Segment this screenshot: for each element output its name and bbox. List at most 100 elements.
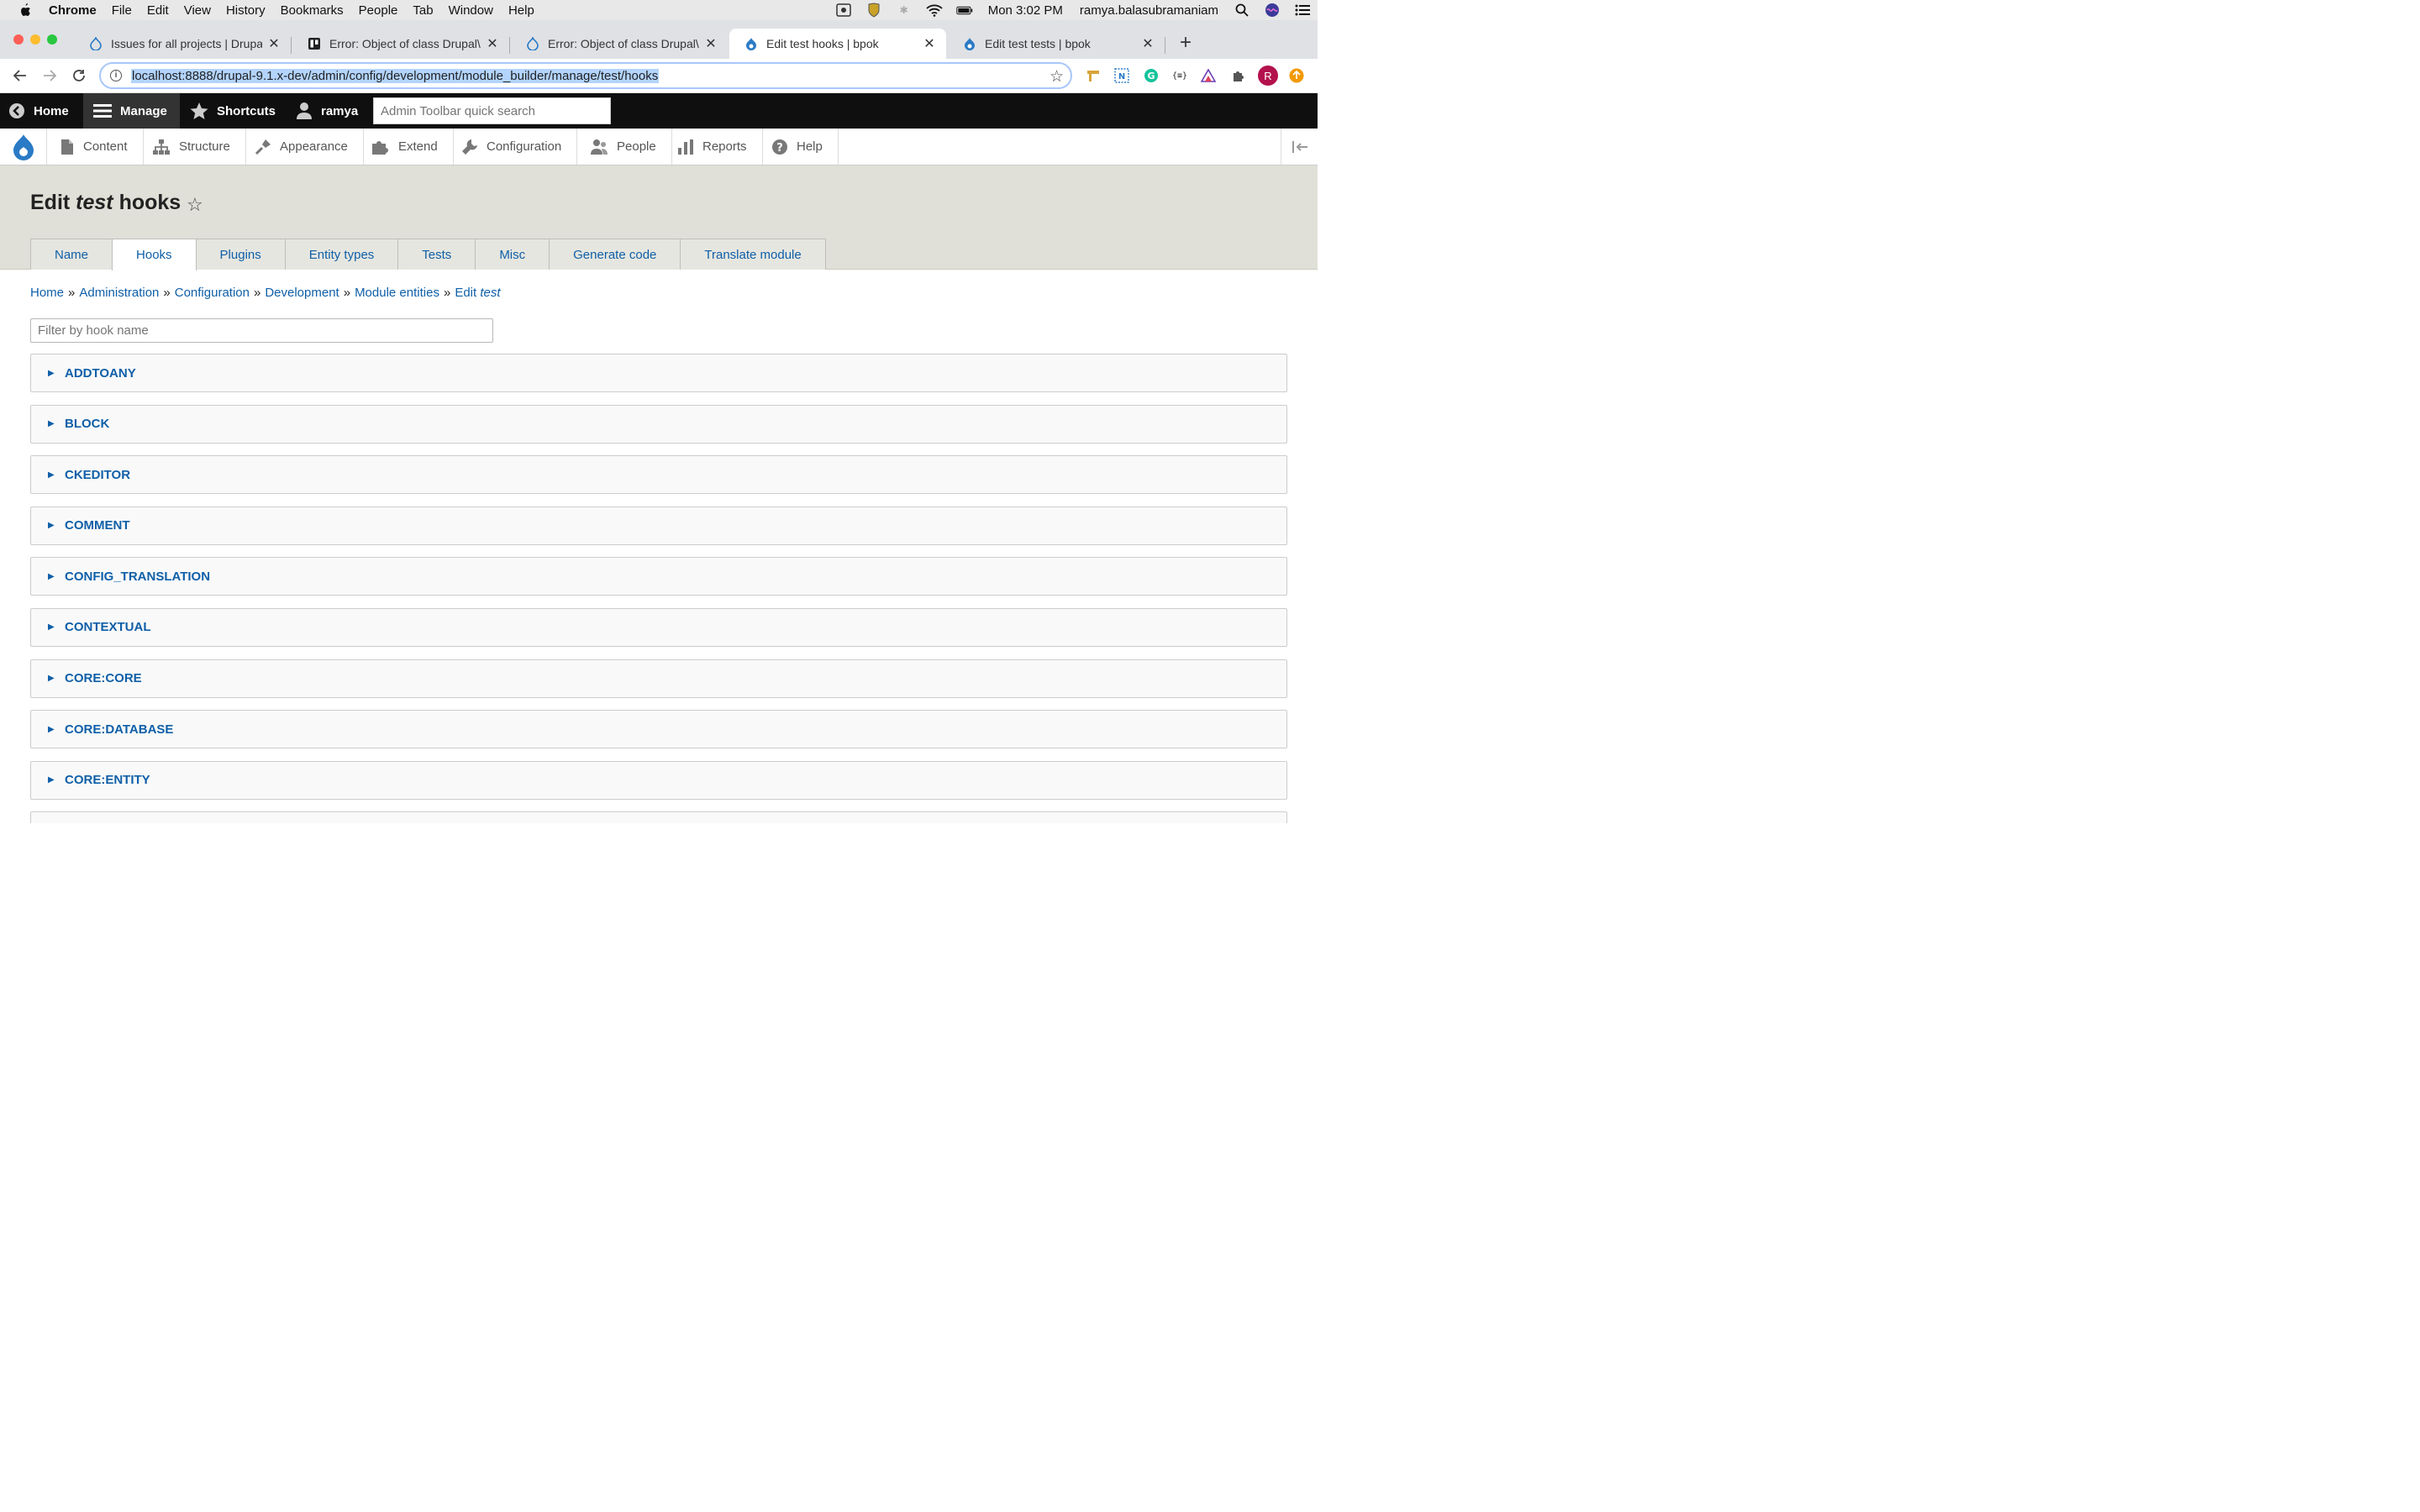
admin-tray: Content Structure Appearance Extend Conf… [0, 129, 1318, 165]
hook-group-ckeditor[interactable]: ▶ CKEDITOR [30, 455, 1287, 495]
screenshot-icon[interactable] [835, 3, 852, 17]
bookmark-star-icon[interactable]: ☆ [1050, 67, 1064, 87]
tray-structure[interactable]: Structure [144, 129, 246, 165]
bookmark-ruler-icon[interactable] [1086, 68, 1101, 83]
address-bar[interactable]: i localhost:8888/drupal-9.1.x-dev/admin/… [99, 62, 1072, 89]
tray-appearance[interactable]: Appearance [246, 129, 364, 165]
menu-help[interactable]: Help [508, 3, 534, 18]
toolbar-shortcuts[interactable]: Shortcuts [180, 93, 286, 129]
expand-triangle-icon: ▶ [48, 368, 55, 378]
close-icon[interactable]: ✕ [704, 37, 718, 51]
people-icon [591, 139, 608, 155]
siri-icon[interactable] [1264, 3, 1281, 17]
profile-avatar[interactable]: R [1258, 66, 1278, 86]
hook-group-addtoany[interactable]: ▶ ADDTOANY [30, 354, 1287, 392]
json-viewer-icon[interactable]: {≡} [1172, 68, 1187, 83]
hook-group-contextual[interactable]: ▶ CONTEXTUAL [30, 607, 1287, 647]
clock[interactable]: Mon 3:02 PM [988, 3, 1063, 18]
tray-people[interactable]: People [581, 129, 672, 165]
tray-help[interactable]: ? Help [763, 129, 839, 165]
menu-view[interactable]: View [184, 3, 211, 18]
back-button[interactable] [11, 66, 29, 85]
window-zoom-button[interactable] [47, 34, 57, 45]
star-icon [190, 102, 208, 119]
toolbar-home[interactable]: Home [0, 93, 79, 129]
breadcrumb-home[interactable]: Home [30, 286, 64, 300]
close-icon[interactable]: ✕ [486, 37, 499, 51]
menu-history[interactable]: History [226, 3, 266, 18]
hook-filter-input[interactable] [30, 318, 493, 343]
browser-tab-error-2[interactable]: Error: Object of class Drupal\Co ✕ [511, 29, 728, 59]
browser-tab-edit-test-hooks[interactable]: Edit test hooks | bpok ✕ [729, 29, 946, 59]
menu-file[interactable]: File [112, 3, 132, 18]
tab-name[interactable]: Name [30, 239, 113, 270]
tray-content[interactable]: Content [51, 129, 144, 165]
menu-people[interactable]: People [359, 3, 398, 18]
grammarly-icon[interactable]: G [1144, 68, 1159, 83]
extensions-puzzle-icon[interactable] [1231, 68, 1246, 83]
menu-app-chrome[interactable]: Chrome [49, 3, 97, 18]
tab-translate-module[interactable]: Translate module [680, 239, 826, 270]
close-icon[interactable]: ✕ [1141, 37, 1155, 51]
hook-group-config-translation[interactable]: ▶ CONFIG_TRANSLATION [30, 557, 1287, 596]
browser-tab-edit-test-tests[interactable]: Edit test tests | bpok ✕ [948, 29, 1165, 59]
tab-plugins[interactable]: Plugins [195, 239, 286, 270]
hook-group-block[interactable]: ▶ BLOCK [30, 404, 1287, 444]
spotlight-search-icon[interactable] [1234, 3, 1250, 17]
user-name[interactable]: ramya.balasubramaniam [1080, 3, 1218, 18]
drupal-drop-icon [13, 134, 34, 160]
drupal-icon [963, 37, 976, 50]
hook-group-core-database[interactable]: ▶ CORE:DATABASE [30, 710, 1287, 749]
tab-tests[interactable]: Tests [397, 239, 476, 270]
tab-separator [509, 37, 510, 54]
menu-tab[interactable]: Tab [413, 3, 433, 18]
breadcrumb-administration[interactable]: Administration [79, 286, 159, 300]
toolbar-user[interactable]: ramya [286, 93, 368, 129]
tab-entity-types[interactable]: Entity types [284, 239, 399, 270]
menu-bookmarks[interactable]: Bookmarks [281, 3, 344, 18]
shield-icon[interactable] [865, 3, 882, 18]
forward-button[interactable] [40, 66, 59, 85]
window-close-button[interactable] [13, 34, 24, 45]
hook-group-partial[interactable] [30, 811, 1287, 823]
apple-icon[interactable] [18, 3, 32, 18]
toolbar-manage[interactable]: Manage [83, 93, 180, 129]
hook-group-core-entity[interactable]: ▶ CORE:ENTITY [30, 760, 1287, 800]
close-icon[interactable]: ✕ [923, 37, 936, 51]
hook-group-core-core[interactable]: ▶ CORE:CORE [30, 659, 1287, 698]
breadcrumb-development[interactable]: Development [265, 286, 339, 300]
tray-orientation-toggle[interactable] [1281, 129, 1318, 165]
bluetooth-icon[interactable]: ✱ [896, 3, 913, 17]
menu-edit[interactable]: Edit [147, 3, 169, 18]
tab-misc[interactable]: Misc [475, 239, 550, 270]
tray-configuration[interactable]: Configuration [453, 129, 578, 165]
hook-group-comment[interactable]: ▶ COMMENT [30, 506, 1287, 545]
notion-extension-icon[interactable]: N [1114, 68, 1129, 83]
close-icon[interactable]: ✕ [267, 37, 281, 51]
url-text[interactable]: localhost:8888/drupal-9.1.x-dev/admin/co… [131, 69, 660, 83]
browser-tab-error-1[interactable]: Error: Object of class Drupal\Co ✕ [292, 29, 509, 59]
expand-triangle-icon: ▶ [48, 724, 55, 734]
update-icon[interactable] [1289, 68, 1304, 83]
tab-hooks[interactable]: Hooks [112, 239, 197, 270]
breadcrumb-edit-test[interactable]: Edit test [455, 286, 500, 300]
notification-center-icon[interactable] [1294, 3, 1311, 17]
tab-generate-code[interactable]: Generate code [549, 239, 681, 270]
tray-extend[interactable]: Extend [363, 129, 454, 165]
reload-button[interactable] [70, 66, 88, 85]
window-minimize-button[interactable] [30, 34, 40, 45]
menu-window[interactable]: Window [449, 3, 493, 18]
tray-reports[interactable]: Reports [669, 129, 763, 165]
add-shortcut-star-icon[interactable]: ☆ [187, 194, 203, 216]
wifi-icon[interactable] [926, 3, 943, 17]
drupal-logo[interactable] [0, 129, 47, 165]
browser-tab-issues[interactable]: Issues for all projects | Drupal.o ✕ [74, 29, 291, 59]
admin-quick-search-input[interactable] [373, 97, 611, 124]
hook-group-list: ▶ ADDTOANY ▶ BLOCK ▶ CKEDITOR ▶ COMMENT ▶ CON… [30, 354, 1287, 823]
new-tab-button[interactable]: + [1176, 33, 1195, 53]
chart-extension-icon[interactable] [1201, 68, 1216, 83]
breadcrumb-module-entities[interactable]: Module entities [355, 286, 439, 300]
battery-icon[interactable] [956, 3, 973, 17]
info-icon[interactable]: i [110, 70, 122, 81]
breadcrumb-configuration[interactable]: Configuration [175, 286, 250, 300]
